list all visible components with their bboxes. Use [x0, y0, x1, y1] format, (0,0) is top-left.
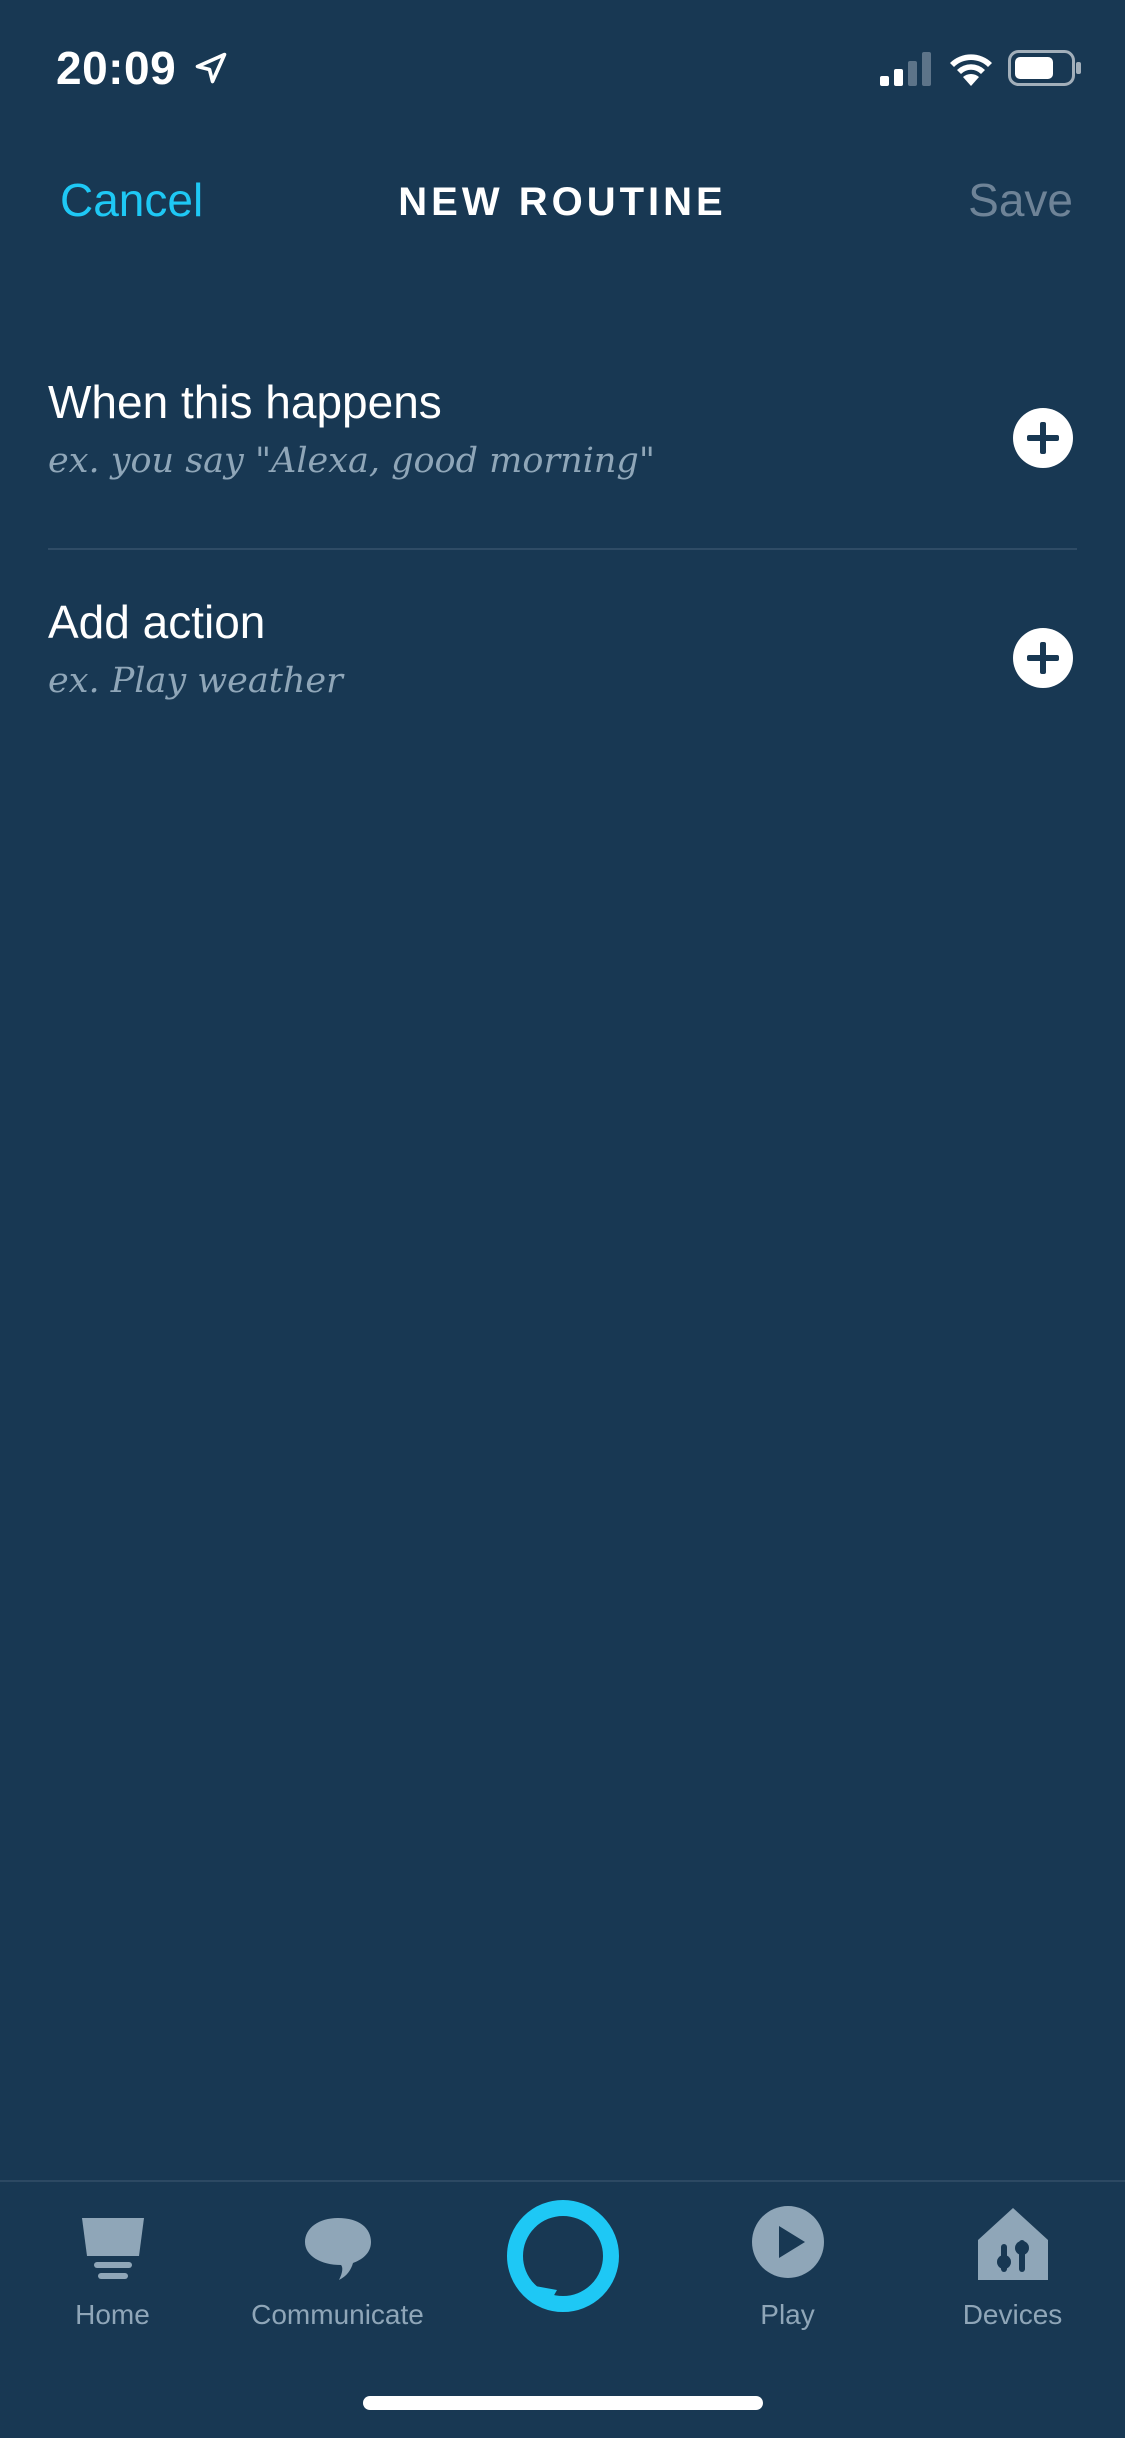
cellular-signal-icon	[880, 52, 931, 86]
trigger-hint: ex. you say "Alexa, good morning"	[48, 441, 655, 481]
status-time: 20:09	[56, 42, 177, 94]
add-trigger-plus-icon[interactable]	[1013, 408, 1073, 468]
nav-header: Cancel NEW ROUTINE Save	[0, 160, 1125, 240]
home-indicator[interactable]	[363, 2396, 763, 2410]
tab-home-label: Home	[75, 2299, 150, 2330]
alexa-ring-icon	[506, 2200, 619, 2312]
tab-home[interactable]: Home	[0, 2200, 225, 2332]
action-row[interactable]: Add action ex. Play weather	[48, 588, 1077, 738]
add-action-plus-icon[interactable]	[1013, 628, 1073, 688]
home-icon	[81, 2218, 144, 2279]
tab-alexa[interactable]	[450, 2198, 675, 2314]
action-hint: ex. Play weather	[48, 661, 343, 701]
tab-play[interactable]: Play	[675, 2200, 900, 2332]
chat-bubble-icon	[304, 2218, 371, 2280]
play-icon	[751, 2206, 824, 2278]
save-button[interactable]: Save	[968, 170, 1073, 230]
tab-devices-label: Devices	[962, 2299, 1063, 2330]
devices-icon	[977, 2208, 1048, 2280]
status-bar: 20:09	[0, 0, 1125, 132]
trigger-title: When this happens	[48, 376, 442, 428]
location-arrow-icon	[195, 52, 227, 84]
tab-communicate-label: Communicate	[251, 2299, 424, 2330]
battery-icon	[1008, 50, 1081, 86]
tab-devices[interactable]: Devices	[900, 2200, 1125, 2332]
wifi-icon	[950, 54, 992, 86]
tab-communicate[interactable]: Communicate	[225, 2200, 450, 2332]
action-title: Add action	[48, 596, 266, 648]
tab-play-label: Play	[760, 2299, 815, 2330]
trigger-row[interactable]: When this happens ex. you say "Alexa, go…	[48, 368, 1077, 550]
page-title: NEW ROUTINE	[398, 180, 727, 224]
